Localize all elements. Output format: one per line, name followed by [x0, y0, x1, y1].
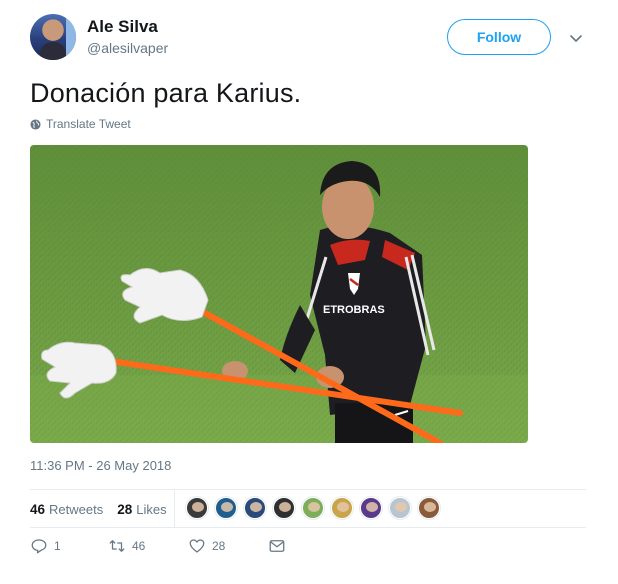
heart-icon	[189, 539, 205, 553]
translate-label[interactable]: Translate Tweet	[46, 117, 131, 131]
globe-icon	[30, 118, 41, 130]
liker-avatar[interactable]	[302, 497, 324, 519]
jersey-text: ETROBRAS	[323, 304, 385, 316]
chevron-down-icon[interactable]	[568, 30, 584, 46]
liker-avatar[interactable]	[418, 497, 440, 519]
retweet-icon	[109, 540, 125, 552]
liker-avatars	[186, 497, 447, 519]
like-button[interactable]: 28	[188, 537, 225, 555]
retweet-count: 46	[132, 539, 146, 553]
follow-button[interactable]: Follow	[447, 19, 551, 55]
translate-tweet-link[interactable]: Translate Tweet	[30, 117, 131, 131]
tweet-photo[interactable]: ETROBRAS	[30, 145, 528, 443]
tweet-text: Donación para Karius.	[30, 78, 302, 108]
divider-top	[30, 489, 586, 490]
reply-button[interactable]: 1	[30, 537, 61, 555]
reply-icon	[31, 539, 47, 554]
like-count: 28	[212, 539, 226, 553]
stats-separator	[174, 490, 175, 527]
liker-avatar[interactable]	[389, 497, 411, 519]
likes-count: 28	[117, 502, 133, 517]
liker-avatar[interactable]	[331, 497, 353, 519]
reply-count: 1	[54, 539, 61, 553]
avatar[interactable]	[30, 14, 76, 60]
tweet-timestamp[interactable]: 11:36 PM - 26 May 2018	[30, 458, 171, 473]
user-handle[interactable]: @alesilvaper	[87, 40, 168, 56]
retweet-button[interactable]: 46	[108, 537, 145, 555]
retweets-stat[interactable]: 46 Retweets	[30, 502, 103, 517]
likes-label: Likes	[136, 502, 167, 517]
display-name[interactable]: Ale Silva	[87, 17, 158, 37]
retweets-count: 46	[30, 502, 46, 517]
liker-avatar[interactable]	[186, 497, 208, 519]
envelope-icon	[269, 540, 285, 552]
liker-avatar[interactable]	[215, 497, 237, 519]
liker-avatar[interactable]	[273, 497, 295, 519]
divider-bottom	[30, 527, 586, 528]
direct-message-button[interactable]	[268, 537, 286, 555]
retweets-label: Retweets	[49, 502, 104, 517]
liker-avatar[interactable]	[244, 497, 266, 519]
likes-stat[interactable]: 28 Likes	[117, 502, 166, 517]
liker-avatar[interactable]	[360, 497, 382, 519]
engagement-stats: 46 Retweets 28 Likes	[30, 502, 181, 517]
